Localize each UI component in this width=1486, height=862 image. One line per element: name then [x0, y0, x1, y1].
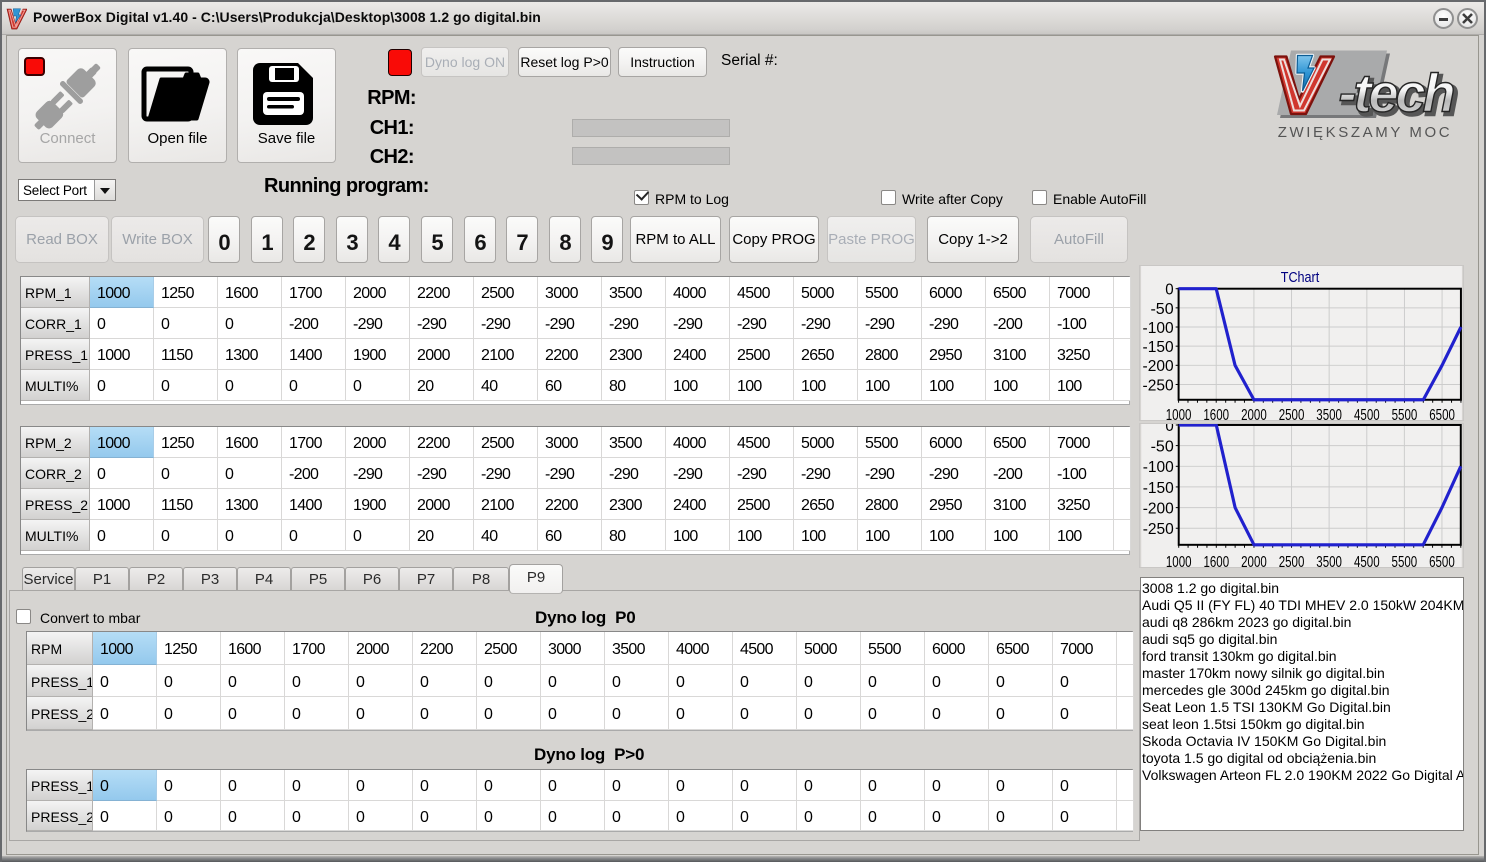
svg-text:-200: -200 [1143, 501, 1174, 518]
svg-text:6500: 6500 [1429, 554, 1455, 568]
svg-text:1600: 1600 [1203, 407, 1229, 421]
svg-text:5500: 5500 [1392, 407, 1418, 421]
svg-text:1000: 1000 [1166, 554, 1192, 568]
svg-text:6500: 6500 [1429, 407, 1455, 421]
svg-text:-tech: -tech [1339, 64, 1454, 124]
svg-text:3500: 3500 [1316, 407, 1342, 421]
svg-text:-100: -100 [1143, 320, 1174, 337]
svg-text:ZWIĘKSZAMY MOC: ZWIĘKSZAMY MOC [1278, 124, 1452, 141]
svg-text:-50: -50 [1150, 301, 1173, 318]
svg-text:-250: -250 [1143, 521, 1174, 538]
svg-text:-200: -200 [1143, 358, 1174, 375]
svg-text:5500: 5500 [1392, 554, 1418, 568]
svg-text:-150: -150 [1143, 339, 1174, 356]
svg-text:-250: -250 [1143, 377, 1174, 394]
svg-text:-150: -150 [1143, 480, 1174, 497]
svg-text:2500: 2500 [1279, 554, 1305, 568]
svg-text:TChart: TChart [1281, 270, 1320, 286]
svg-text:-100: -100 [1143, 459, 1174, 476]
svg-text:3500: 3500 [1316, 554, 1342, 568]
svg-text:1600: 1600 [1203, 554, 1229, 568]
svg-text:4500: 4500 [1354, 407, 1380, 421]
svg-text:2000: 2000 [1241, 407, 1267, 421]
svg-text:0: 0 [1165, 423, 1173, 435]
svg-text:2500: 2500 [1279, 407, 1305, 421]
svg-text:4500: 4500 [1354, 554, 1380, 568]
svg-text:0: 0 [1165, 282, 1173, 299]
svg-text:1000: 1000 [1166, 407, 1192, 421]
svg-text:2000: 2000 [1241, 554, 1267, 568]
svg-text:-50: -50 [1151, 439, 1174, 456]
